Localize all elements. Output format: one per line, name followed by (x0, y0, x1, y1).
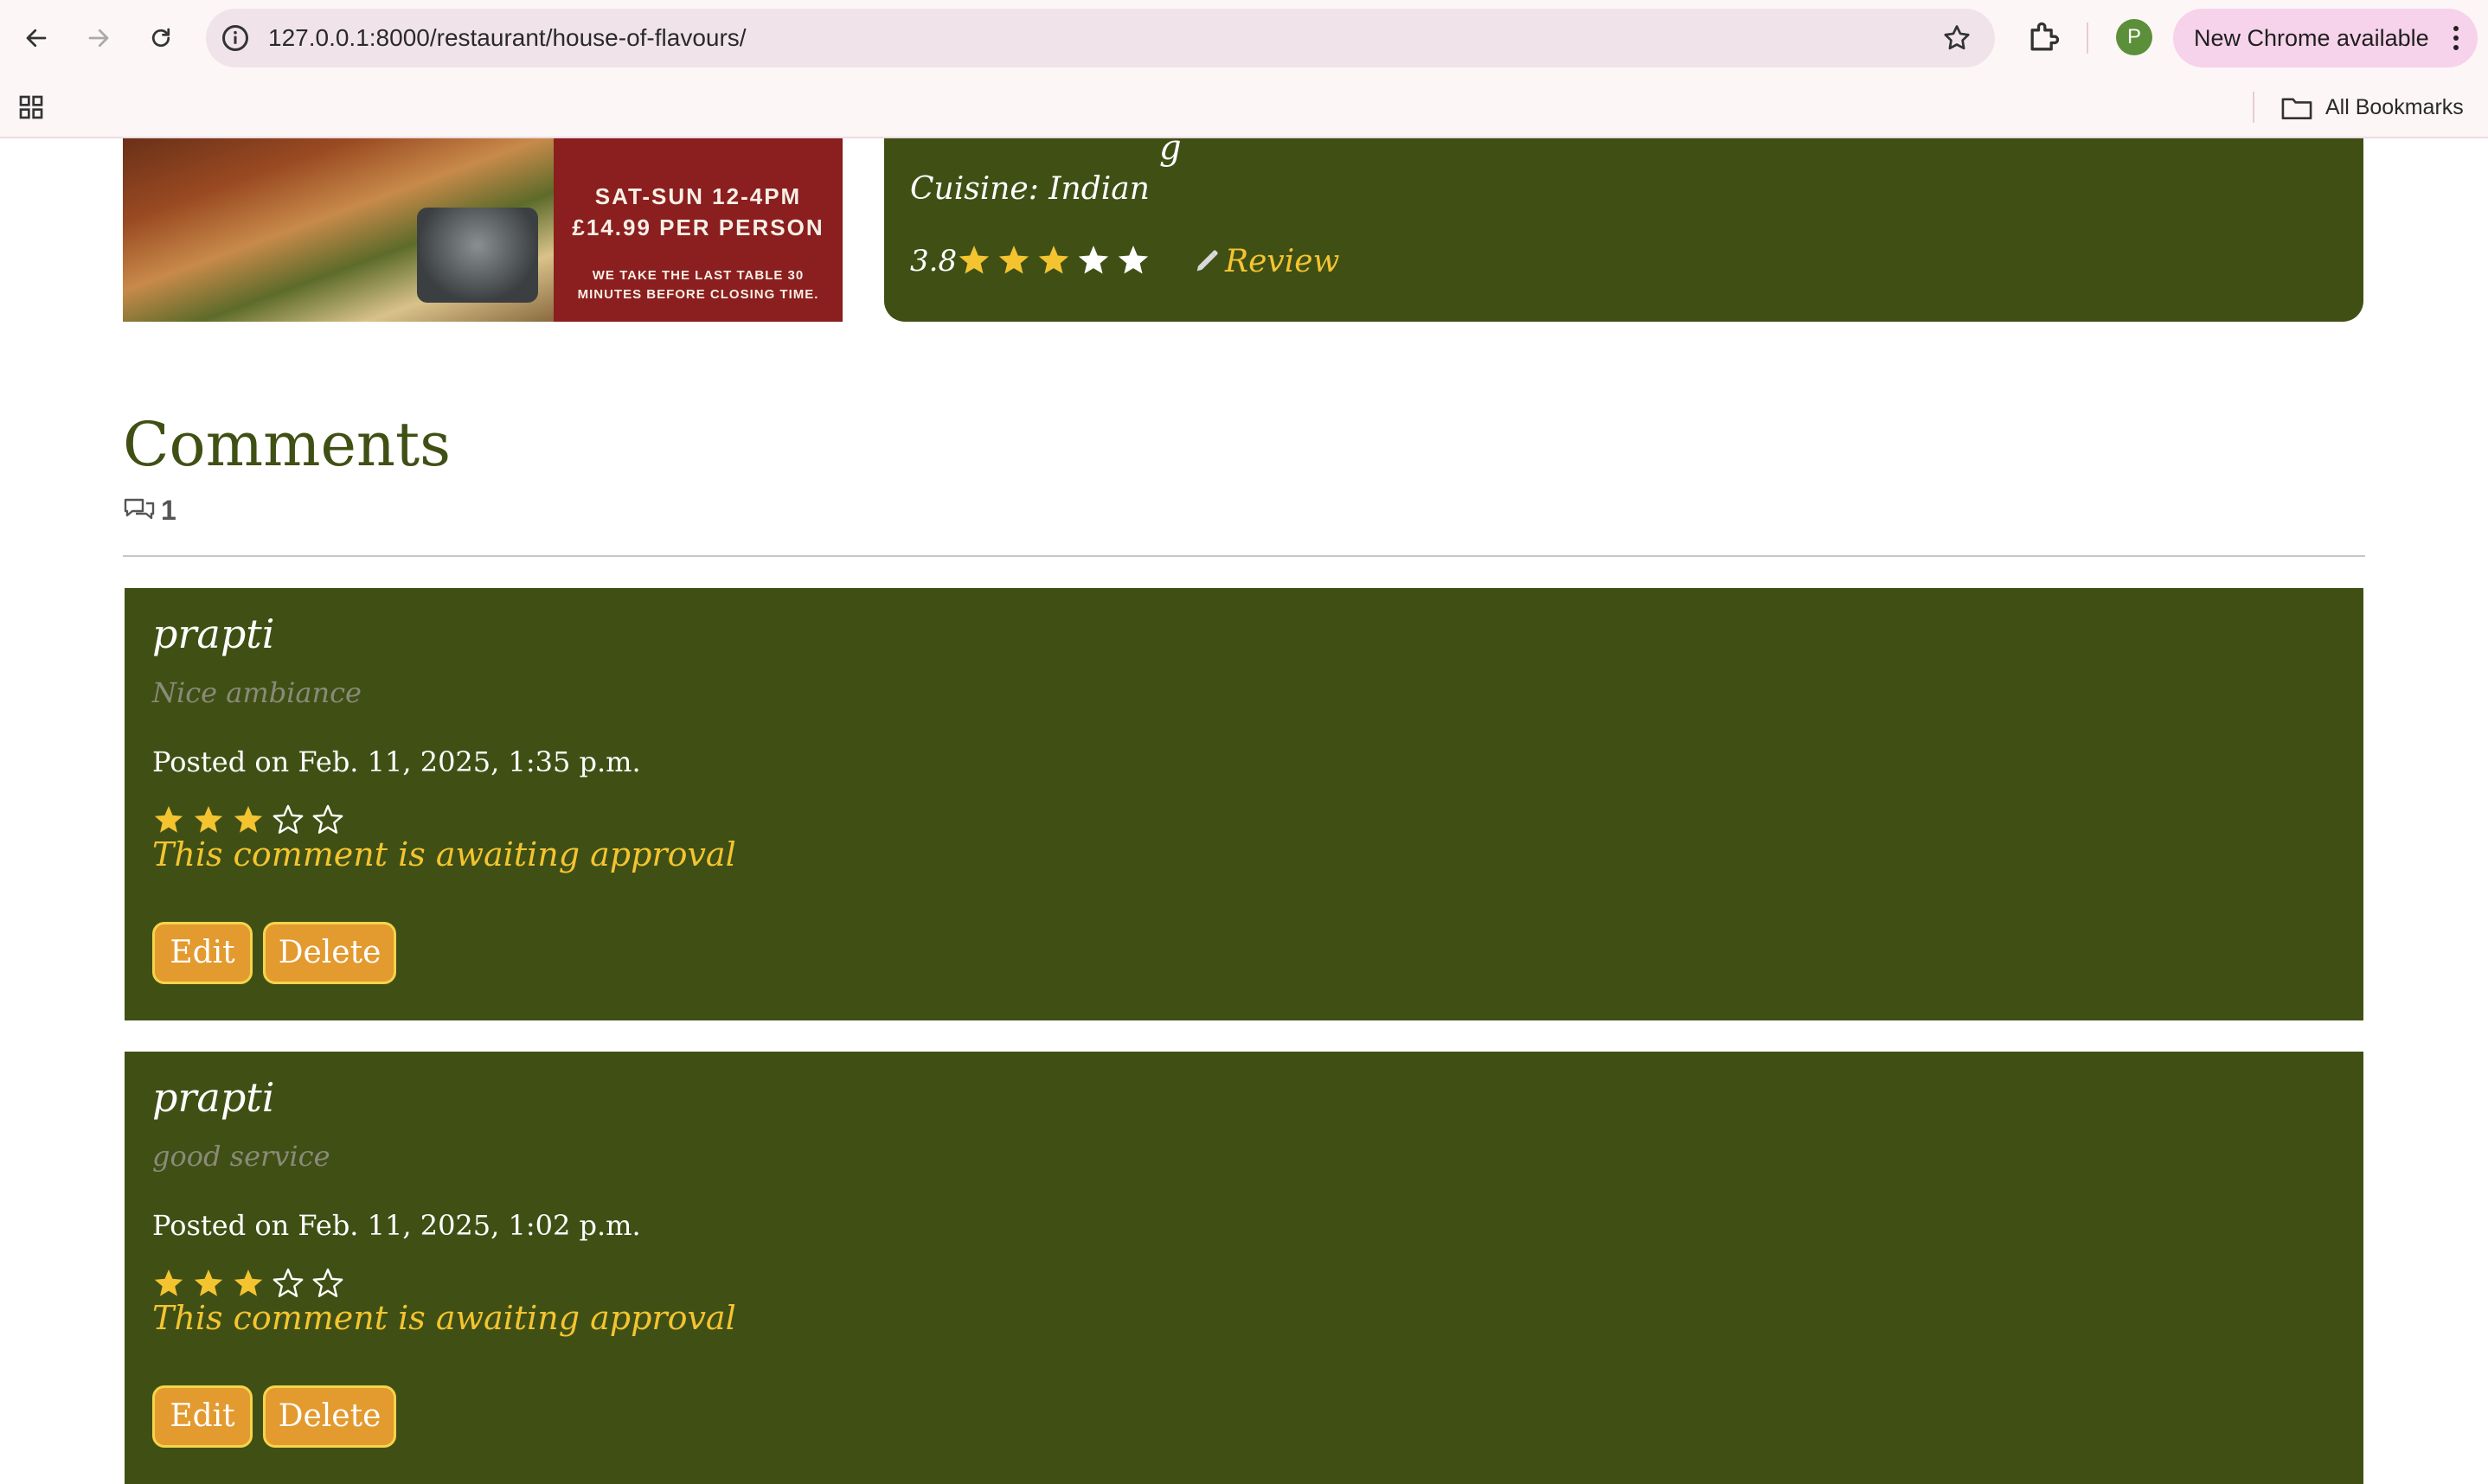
comment-timestamp: Posted on Feb. 11, 2025, 1:35 p.m. (152, 745, 641, 778)
pencil-icon (1196, 250, 1218, 272)
section-divider (123, 555, 2365, 557)
star-filled-icon (154, 1270, 183, 1296)
edit-comment-button[interactable]: Edit (152, 1385, 253, 1448)
comment-body: Nice ambiance (152, 676, 362, 709)
bookmarks-bar (0, 76, 2488, 138)
clipped-heading-fragment: g (1159, 138, 1182, 168)
approval-status: This comment is awaiting approval (152, 1299, 736, 1337)
star-empty-icon (273, 1268, 304, 1297)
chrome-update-button[interactable]: New Chrome available (2173, 9, 2478, 67)
folder-icon[interactable] (2280, 95, 2313, 121)
address-bar[interactable]: 127.0.0.1:8000/restaurant/house-of-flavo… (206, 9, 1995, 67)
star-filled-icon (194, 1270, 223, 1296)
bookmark-star-icon[interactable] (1941, 22, 1972, 54)
review-label: Review (1225, 243, 1340, 279)
update-label: New Chrome available (2194, 25, 2429, 51)
comment-author: prapti (152, 611, 275, 657)
star-empty-icon (312, 804, 343, 834)
star-filled-icon (1038, 246, 1069, 274)
toolbar-divider (2087, 22, 2088, 54)
comment-timestamp: Posted on Feb. 11, 2025, 1:02 p.m. (152, 1209, 641, 1242)
comments-icon (124, 498, 155, 520)
star-empty-icon (273, 804, 304, 834)
comment-body: good service (152, 1140, 330, 1173)
extensions-puzzle-icon[interactable] (2024, 19, 2062, 57)
page-viewport: SAT-SUN 12-4PM £14.99 PER PERSON WE TAKE… (0, 138, 2488, 1484)
comment-count-value: 1 (161, 494, 176, 526)
apps-grid-icon[interactable] (17, 93, 45, 121)
restaurant-info-card: g Cuisine: Indian 3.8 Review (884, 138, 2363, 322)
delete-comment-button[interactable]: Delete (263, 1385, 396, 1448)
promo-price: £14.99 PER PERSON (572, 214, 824, 240)
url-text[interactable]: 127.0.0.1:8000/restaurant/house-of-flavo… (268, 9, 747, 67)
all-bookmarks-link[interactable]: All Bookmarks (2325, 92, 2464, 123)
star-empty-icon (312, 1268, 343, 1297)
browser-toolbar: 127.0.0.1:8000/restaurant/house-of-flavo… (0, 0, 2488, 76)
star-filled-icon (959, 246, 990, 274)
star-filled-icon (234, 806, 263, 833)
promo-note: WE TAKE THE LAST TABLE 30 MINUTES BEFORE… (577, 268, 819, 302)
comment-count: 1 (123, 493, 176, 528)
comments-heading: Comments (123, 409, 452, 480)
edit-comment-button[interactable]: Edit (152, 922, 253, 984)
star-empty-icon (1118, 246, 1149, 274)
back-button[interactable] (17, 19, 55, 57)
star-empty-icon (1078, 246, 1109, 274)
cuisine-label: Cuisine: Indian (910, 171, 1150, 207)
banner-serving-pot (417, 208, 538, 303)
promo-days: SAT-SUN 12-4PM (594, 183, 802, 209)
menu-dots-icon (2453, 26, 2459, 50)
rating-stars (959, 246, 1149, 274)
comment-stars (154, 1268, 343, 1297)
comment-card: prapti good service Posted on Feb. 11, 2… (125, 1052, 2363, 1484)
forward-button[interactable] (80, 19, 118, 57)
approval-status: This comment is awaiting approval (152, 835, 736, 873)
star-filled-icon (154, 806, 183, 833)
star-filled-icon (234, 1270, 263, 1296)
star-filled-icon (998, 246, 1029, 274)
bookmarks-divider (2253, 92, 2254, 123)
delete-comment-button[interactable]: Delete (263, 922, 396, 984)
reload-button[interactable] (142, 19, 180, 57)
site-info-icon[interactable] (220, 22, 251, 54)
profile-avatar[interactable]: P (2116, 19, 2152, 55)
restaurant-banner-image: SAT-SUN 12-4PM £14.99 PER PERSON WE TAKE… (123, 138, 843, 322)
comment-author: prapti (152, 1074, 275, 1121)
star-filled-icon (194, 806, 223, 833)
forward-arrow-icon (88, 29, 109, 48)
comment-card: prapti Nice ambiance Posted on Feb. 11, … (125, 588, 2363, 1020)
review-link[interactable]: Review (1192, 240, 1339, 282)
back-arrow-icon (26, 29, 47, 48)
comment-stars (154, 804, 343, 834)
average-rating: 3.8 (910, 244, 958, 278)
reload-icon (151, 28, 170, 48)
banner-promo-panel: SAT-SUN 12-4PM £14.99 PER PERSON WE TAKE… (554, 138, 843, 322)
